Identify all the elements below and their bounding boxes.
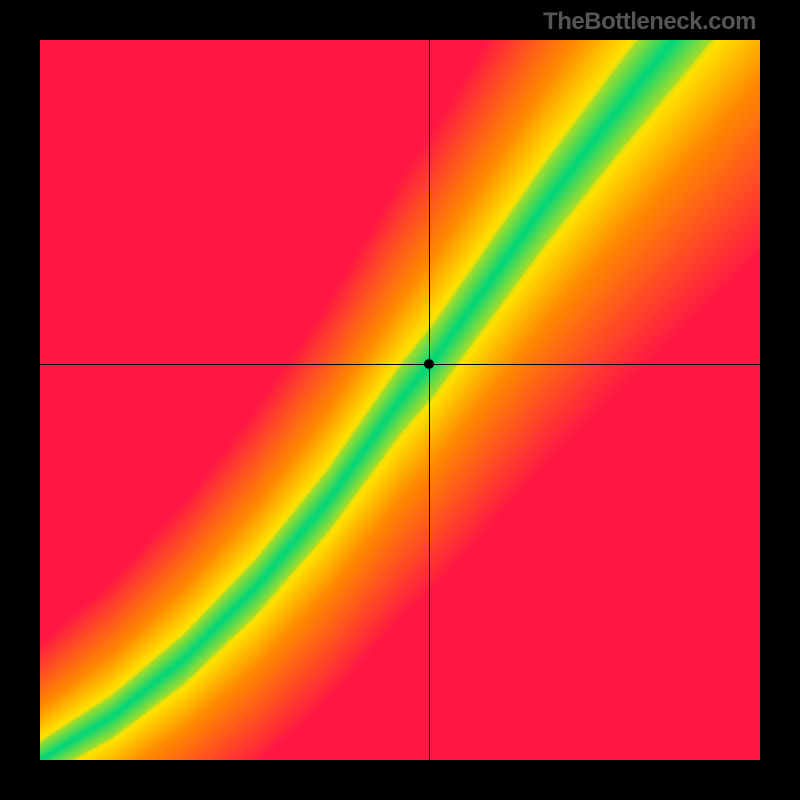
- chart-frame: TheBottleneck.com: [0, 0, 800, 800]
- heatmap-canvas: [40, 40, 760, 760]
- heatmap-plot: [40, 40, 760, 760]
- crosshair-vertical: [429, 40, 430, 760]
- crosshair-horizontal: [40, 364, 760, 365]
- watermark-label: TheBottleneck.com: [543, 8, 756, 36]
- data-point-marker[interactable]: [424, 359, 434, 369]
